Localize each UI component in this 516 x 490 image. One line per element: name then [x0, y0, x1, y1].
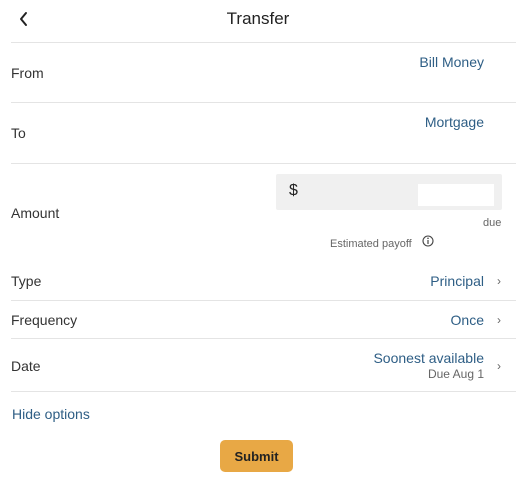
- submit-button[interactable]: Submit: [220, 440, 293, 472]
- info-icon[interactable]: [422, 235, 434, 247]
- divider: [11, 102, 516, 103]
- divider: [11, 391, 516, 392]
- divider: [11, 163, 516, 164]
- due-text: due: [483, 217, 502, 229]
- from-label: From: [11, 65, 44, 81]
- amount-label: Amount: [11, 205, 60, 221]
- estimated-payoff-text: Estimated payoff: [330, 238, 412, 250]
- date-value[interactable]: Soonest available: [373, 350, 484, 366]
- chevron-right-icon[interactable]: ›: [494, 359, 504, 373]
- amount-input[interactable]: [300, 178, 428, 206]
- chevron-right-icon[interactable]: ›: [494, 313, 504, 327]
- type-label: Type: [11, 273, 42, 289]
- frequency-label: Frequency: [11, 312, 78, 328]
- chevron-right-icon[interactable]: ›: [494, 274, 504, 288]
- due-date-text: Due Aug 1: [427, 367, 484, 381]
- date-label: Date: [11, 358, 41, 374]
- frequency-value[interactable]: Once: [451, 312, 484, 328]
- from-account-value[interactable]: Bill Money: [419, 54, 484, 70]
- currency-symbol: $: [289, 182, 298, 199]
- page-title: Transfer: [226, 9, 290, 28]
- to-label: To: [11, 125, 26, 141]
- type-value[interactable]: Principal: [430, 273, 484, 289]
- divider: [11, 42, 516, 43]
- divider: [11, 300, 516, 301]
- hide-options-link[interactable]: Hide options: [12, 406, 90, 422]
- divider: [11, 338, 516, 339]
- redacted-amount: [418, 184, 494, 206]
- to-account-value[interactable]: Mortgage: [425, 114, 484, 130]
